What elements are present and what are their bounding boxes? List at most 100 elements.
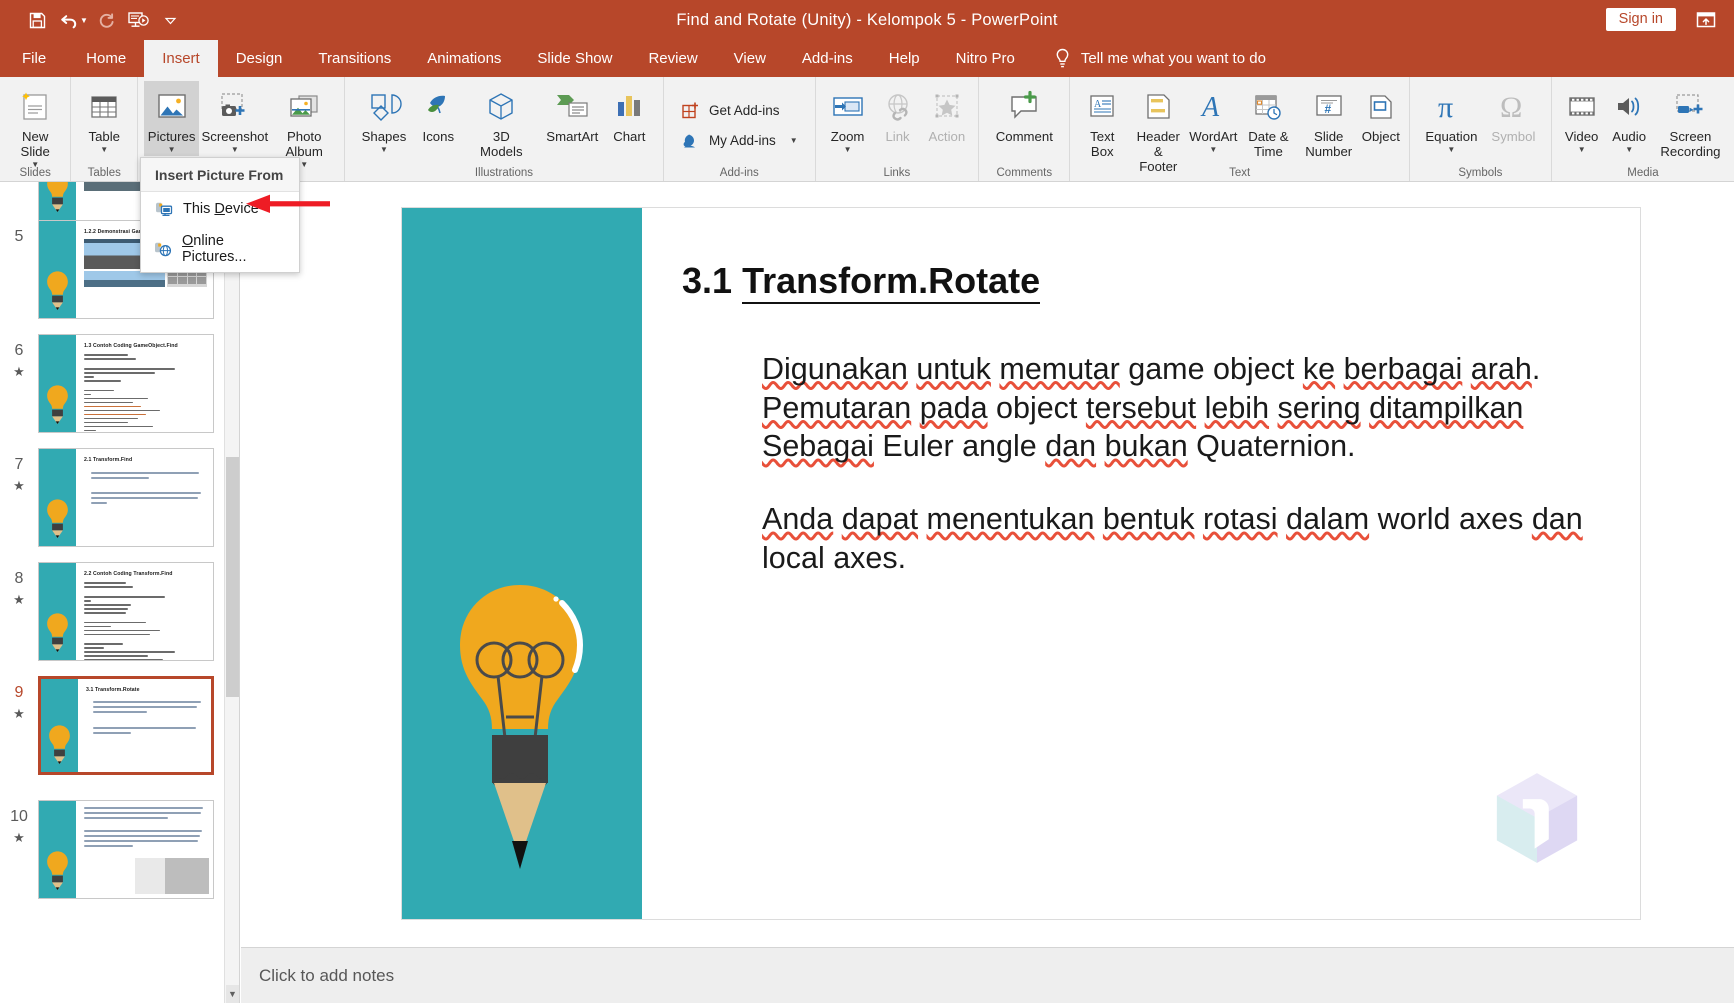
tab-design[interactable]: Design [218,40,301,77]
chart-button[interactable]: Chart [605,81,653,147]
ribbon-group-media: Video ▼ Audio ▼ Screen Recording Media [1550,77,1734,181]
zoom-button[interactable]: Zoom ▼ [822,81,874,156]
screen-recording-button[interactable]: Screen Recording [1653,81,1728,162]
tab-add-ins[interactable]: Add-ins [784,40,871,77]
screenshot-button[interactable]: Screenshot ▼ [199,81,270,156]
slide-thumbnail[interactable]: 2.1 Transform.Find [38,448,214,547]
table-label: Table [88,129,121,144]
red-arrow-pointer [246,194,330,213]
ribbon-group-label-media: Media [1627,167,1659,179]
tab-home[interactable]: Home [68,40,144,77]
redo-icon[interactable] [92,6,122,34]
my-add-ins-button[interactable]: My Add-ins ▼ [673,125,806,155]
audio-icon [1612,85,1646,129]
symbol-icon: Ω [1495,85,1531,129]
notes-pane[interactable]: Click to add notes [241,947,1734,1003]
tab-insert[interactable]: Insert [144,40,218,77]
ribbon-group-add-ins: Get Add-ins My Add-ins ▼ Add-ins [663,77,815,181]
chevron-down-icon[interactable]: ▼ [168,145,176,154]
3d-models-button[interactable]: 3D Models [463,81,539,162]
menu-item-online-pictures[interactable]: Online Pictures... [141,226,299,272]
text-box-button[interactable]: A Text Box [1076,81,1128,162]
customize-qat-icon[interactable] [156,6,186,34]
tab-help[interactable]: Help [871,40,938,77]
list-item[interactable]: 10 ★ [0,800,228,899]
action-button: Action [922,81,973,147]
tab-transitions[interactable]: Transitions [300,40,409,77]
chevron-down-icon[interactable]: ▼ [1447,145,1455,154]
video-button[interactable]: Video ▼ [1558,81,1606,156]
chevron-down-icon[interactable]: ▼ [1625,145,1633,154]
wordart-button[interactable]: A WordArt ▼ [1188,81,1238,156]
slide-number-label: Slide Number [1305,129,1353,159]
tell-me-search[interactable]: Tell me what you want to do [1053,40,1266,77]
date-time-label: Date & Time [1248,129,1289,159]
object-label: Object [1361,129,1400,144]
object-button[interactable]: Object [1359,81,1403,147]
chevron-down-icon[interactable]: ▼ [1209,145,1217,154]
header-footer-button[interactable]: Header & Footer [1128,81,1188,176]
equation-button[interactable]: π Equation ▼ [1418,81,1484,156]
wordart-label: WordArt [1189,129,1238,144]
icons-label: Icons [422,129,455,144]
tell-me-label: Tell me what you want to do [1080,50,1266,67]
scrollbar-thumb[interactable] [226,457,239,697]
tab-animations[interactable]: Animations [409,40,519,77]
slide-thumbnail[interactable] [38,800,214,899]
slide-title[interactable]: 3.1 Transform.Rotate [682,260,1041,304]
slide-thumbnail-panel[interactable]: 4 5 1.2.2 Demonstr [0,182,240,1003]
undo-dropdown-caret[interactable]: ▼ [80,16,88,25]
list-item[interactable]: 9 ★ 3.1 Transform.Rotate [0,676,228,775]
audio-button[interactable]: Audio ▼ [1605,81,1653,156]
save-icon[interactable] [22,6,52,34]
sign-in-button[interactable]: Sign in [1605,8,1676,31]
bulb-illustration-icon [460,585,584,869]
chevron-down-icon[interactable]: ▼ [100,145,108,154]
current-slide[interactable]: 3.1 Transform.Rotate Digunakan untuk mem… [401,207,1641,920]
thumb-body-lines [84,807,207,847]
smartart-button[interactable]: SmartArt [539,81,605,147]
chevron-down-icon[interactable]: ▼ [790,136,798,145]
thumbnail-panel-scrollbar[interactable]: ▼ [224,182,239,1003]
quick-access-toolbar: ▼ [0,6,186,34]
slide-editing-stage: 3.1 Transform.Rotate Digunakan untuk mem… [241,182,1734,1003]
pictures-button[interactable]: Pictures ▼ [144,81,200,156]
slide-number-button[interactable]: # Slide Number [1299,81,1359,162]
start-presentation-icon[interactable] [124,6,154,34]
tab-view[interactable]: View [716,40,784,77]
date-time-button[interactable]: Date & Time [1238,81,1298,162]
ribbon-display-options-icon[interactable] [1694,9,1718,31]
table-button[interactable]: Table ▼ [80,81,128,156]
tab-slide-show[interactable]: Slide Show [519,40,630,77]
comment-button[interactable]: Comment [989,81,1060,147]
screen-recording-label: Screen Recording [1660,129,1721,159]
slide-thumbnail[interactable]: 2.2 Contoh Coding Transform.Find [38,562,214,661]
list-item[interactable]: 6 ★ 1.3 Contoh Coding GameObject.Find [0,334,228,433]
comment-label: Comment [995,129,1053,144]
symbol-button: Ω Symbol [1484,81,1542,147]
slide-thumbnail-active[interactable]: 3.1 Transform.Rotate [38,676,214,775]
new-slide-button[interactable]: New Slide ▼ [6,81,64,171]
chevron-down-icon[interactable]: ▼ [844,145,852,154]
chevron-down-icon[interactable]: ▼ [380,145,388,154]
ribbon-tab-strip: File Home Insert Design Transitions Anim… [0,40,1734,77]
screenshot-icon [217,85,253,129]
shapes-button[interactable]: Shapes ▼ [355,81,414,156]
tab-review[interactable]: Review [630,40,715,77]
photo-album-label: Photo Album [285,129,323,159]
icons-button[interactable]: Icons [413,81,463,147]
menu-header: Insert Picture From [141,158,299,192]
bulb-icon [47,385,68,424]
chart-icon [612,85,646,129]
slide-body-text[interactable]: Digunakan untuk memutar game object ke b… [762,350,1616,578]
list-item[interactable]: 8 ★ 2.2 Contoh Coding Transform.Find [0,562,228,661]
chevron-down-icon[interactable]: ▼ [231,145,239,154]
tab-file[interactable]: File [0,40,68,77]
tab-nitro-pro[interactable]: Nitro Pro [938,40,1033,77]
list-item[interactable]: 7 ★ 2.1 Transform.Find [0,448,228,547]
slide-thumbnail[interactable]: 1.3 Contoh Coding GameObject.Find [38,334,214,433]
chevron-down-icon[interactable]: ▼ [1578,145,1586,154]
link-button: Link [874,81,922,147]
scroll-down-button[interactable]: ▼ [226,985,239,1003]
get-add-ins-button[interactable]: Get Add-ins [673,95,788,125]
